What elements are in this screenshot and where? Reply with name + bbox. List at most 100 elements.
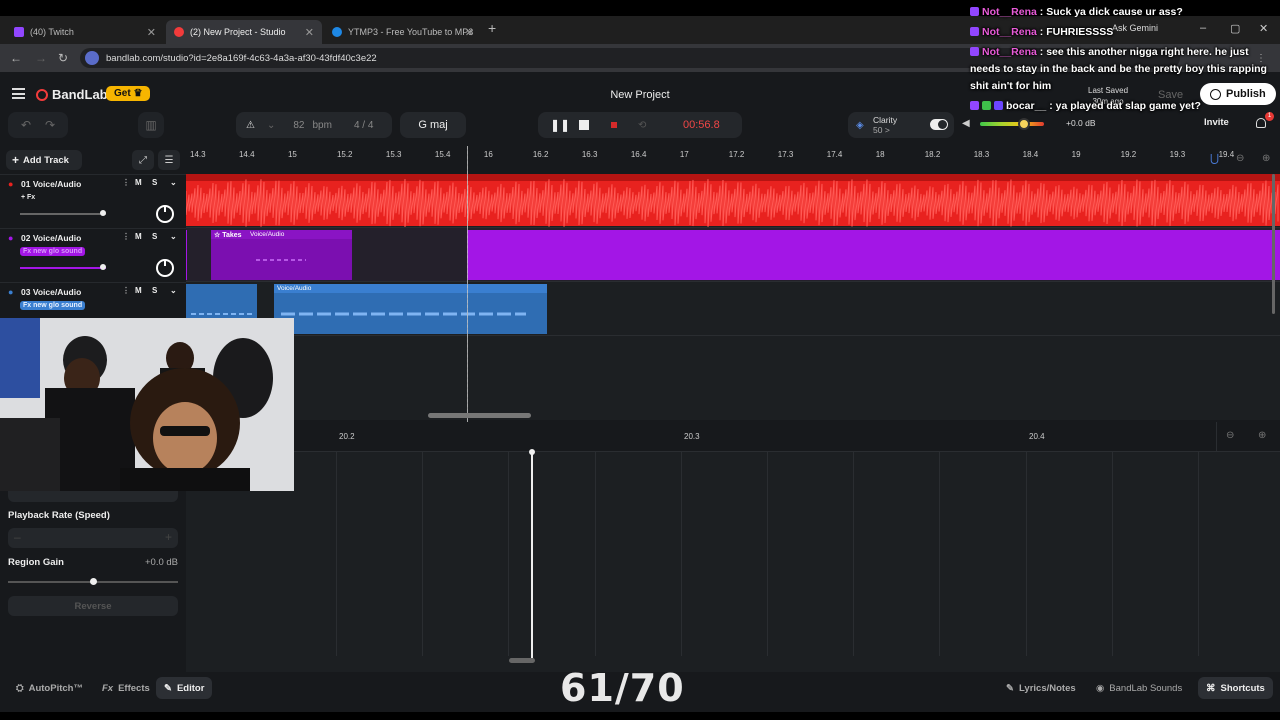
lane-03[interactable]: Voice/Audio: [186, 282, 1280, 336]
vertical-scrollbar[interactable]: [1272, 174, 1275, 314]
solo-button[interactable]: S: [152, 232, 157, 241]
chevron-down-icon[interactable]: ⌄: [170, 286, 177, 295]
clarity-toggle[interactable]: [930, 119, 948, 130]
redo-icon[interactable]: ↷: [45, 118, 55, 132]
fx-preset-badge[interactable]: Fx new glo sound: [20, 301, 86, 310]
track-header-01[interactable]: ● 01 Voice/Audio ⋮ M S ⌄ + Fx: [0, 174, 186, 228]
chevron-down-icon[interactable]: ⌄: [170, 178, 177, 187]
track-menu-icon[interactable]: ⋮: [122, 232, 130, 241]
solo-button[interactable]: S: [152, 286, 157, 295]
metronome-dropdown-icon[interactable]: ⌄: [267, 120, 275, 131]
pause-icon[interactable]: ❚❚: [550, 118, 570, 132]
slider-knob[interactable]: [100, 210, 106, 216]
timeline-ruler[interactable]: 14.3 14.4 15 15.2 15.3 15.4 16 16.2 16.3 16.4 17 17…: [186, 146, 1280, 164]
time-signature[interactable]: 4 / 4: [354, 120, 373, 131]
track-lanes[interactable]: ☆ Takes Voice/Audio Voice/Audio: [185, 174, 1280, 420]
track-settings-icon[interactable]: ☰: [158, 150, 180, 170]
empty-lane[interactable]: [186, 336, 1280, 390]
editor-button[interactable]: ✎ Editor: [156, 677, 213, 699]
reverse-button[interactable]: Reverse: [8, 596, 178, 616]
shortcuts-button[interactable]: ⌘ Shortcuts: [1198, 677, 1273, 699]
track-01-waveform[interactable]: [185, 174, 1280, 228]
mute-button[interactable]: M: [135, 286, 142, 295]
lyrics-notes-button[interactable]: ✎ Lyrics/Notes: [998, 677, 1084, 699]
region-editor[interactable]: 20.2 20.3 20.4 ⊖ ⊕: [186, 422, 1280, 682]
add-track-button[interactable]: + Add Track: [6, 150, 82, 170]
master-volume-slider[interactable]: [980, 118, 1044, 130]
bandlab-logo[interactable]: BandLab: [36, 87, 108, 102]
track-volume-slider[interactable]: [20, 210, 106, 216]
editor-zoom-in-icon[interactable]: ⊕: [1258, 430, 1266, 441]
chevron-down-icon[interactable]: ⌄: [170, 232, 177, 241]
invite-button[interactable]: Invite: [1204, 117, 1229, 128]
zoom-in-icon[interactable]: ⊕: [1262, 153, 1270, 164]
bpm-unit: bpm: [312, 119, 332, 131]
track-volume-slider[interactable]: [20, 264, 106, 270]
site-info-icon[interactable]: [85, 51, 99, 65]
editor-ruler[interactable]: 20.2 20.3 20.4 ⊖ ⊕: [186, 422, 1280, 452]
mute-button[interactable]: M: [135, 178, 142, 187]
automation-icon[interactable]: ⤢: [132, 150, 154, 170]
key-selector[interactable]: G maj: [400, 112, 466, 138]
forward-icon[interactable]: →: [35, 51, 47, 65]
tab-ytmp3[interactable]: YTMP3 - Free YouTube to MP3 ✕: [324, 20, 482, 44]
solo-button[interactable]: S: [152, 178, 157, 187]
new-tab-icon[interactable]: +: [488, 20, 496, 36]
volume-knob[interactable]: [1018, 118, 1030, 130]
snap-magnet-icon[interactable]: ⋃: [1210, 152, 1219, 165]
badge-icon: [970, 7, 979, 16]
tab-bandlab-studio[interactable]: (2) New Project - Studio ✕: [166, 20, 322, 44]
tab-twitch[interactable]: (40) Twitch ✕: [6, 20, 164, 44]
pan-knob[interactable]: [156, 259, 174, 277]
autopitch-button[interactable]: ⛭ AutoPitch™: [8, 677, 91, 699]
speaker-icon[interactable]: ◀: [962, 118, 970, 129]
plus-icon[interactable]: +: [165, 530, 172, 544]
stop-icon[interactable]: [579, 120, 589, 130]
editor-zoom-out-icon[interactable]: ⊖: [1226, 430, 1234, 441]
clarity-control[interactable]: ◈ Clarity 50 >: [848, 112, 954, 138]
menu-icon[interactable]: [12, 88, 25, 99]
track-header-02[interactable]: ● 02 Voice/Audio ⋮ M S ⌄ Fx new glo soun…: [0, 228, 186, 282]
mute-button[interactable]: M: [135, 232, 142, 241]
slider-knob[interactable]: [100, 264, 106, 270]
get-membership-button[interactable]: Get ♛: [106, 86, 151, 101]
transport-bar: ↶ ↷ ▥ ⚠ ⌄ 82 bpm 4 / 4 G maj ❚❚ ⟲ 00:56.…: [0, 112, 1280, 142]
close-tab-icon[interactable]: ✕: [465, 26, 474, 39]
lane-02[interactable]: ☆ Takes Voice/Audio: [185, 228, 1280, 282]
slider-knob[interactable]: [90, 578, 97, 585]
bell-icon[interactable]: [1256, 118, 1266, 128]
bandlab-icon: [174, 27, 184, 37]
add-fx-button[interactable]: + Fx: [18, 193, 38, 202]
track-02-regions[interactable]: [185, 228, 1280, 282]
bpm-value[interactable]: 82: [293, 120, 304, 131]
metronome-icon[interactable]: ⚠: [246, 120, 255, 131]
takes-label[interactable]: ☆ Takes: [214, 231, 242, 239]
piano-keys-icon[interactable]: ▥: [138, 112, 164, 138]
region-gain-slider[interactable]: [8, 578, 178, 585]
playback-rate-control[interactable]: – +: [8, 528, 178, 548]
close-tab-icon[interactable]: ✕: [147, 26, 156, 39]
bandlab-sounds-button[interactable]: ◉ BandLab Sounds: [1088, 677, 1190, 699]
loop-icon[interactable]: ⟲: [638, 120, 646, 131]
minus-icon[interactable]: –: [14, 530, 21, 544]
playhead[interactable]: [467, 146, 468, 422]
ruler-tick: 17: [679, 150, 689, 159]
fx-preset-badge[interactable]: Fx new glo sound: [20, 247, 86, 256]
horizontal-scrollbar[interactable]: [428, 413, 531, 418]
reload-icon[interactable]: ↻: [58, 51, 68, 65]
editor-scrollbar[interactable]: [509, 658, 535, 663]
record-icon[interactable]: [611, 122, 617, 128]
close-tab-icon[interactable]: ✕: [305, 26, 314, 39]
editor-playhead[interactable]: [529, 449, 535, 662]
back-icon[interactable]: ←: [10, 51, 22, 65]
track-03-regions[interactable]: [186, 282, 1280, 336]
zoom-out-icon[interactable]: ⊖: [1236, 153, 1244, 164]
track-menu-icon[interactable]: ⋮: [122, 178, 130, 187]
project-title[interactable]: New Project: [580, 89, 700, 101]
pan-knob[interactable]: [156, 205, 174, 223]
effects-button[interactable]: Fx Effects: [94, 677, 158, 699]
ruler-tick: 16.2: [532, 150, 549, 159]
track-menu-icon[interactable]: ⋮: [122, 286, 130, 295]
undo-icon[interactable]: ↶: [21, 118, 31, 132]
lane-01[interactable]: [185, 174, 1280, 228]
